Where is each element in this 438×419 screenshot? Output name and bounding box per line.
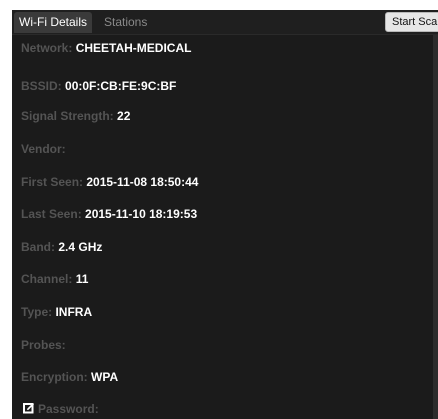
type-label: Type: bbox=[21, 305, 53, 319]
band-row: Band: 2.4 GHz bbox=[21, 240, 102, 254]
probes-row: Probes: bbox=[21, 338, 66, 352]
last-seen-label: Last Seen: bbox=[21, 207, 82, 221]
bssid-row: BSSID: 00:0F:CB:FE:9C:BF bbox=[21, 79, 176, 93]
encryption-row: Encryption: WPA bbox=[21, 370, 118, 384]
edit-icon[interactable] bbox=[23, 402, 35, 414]
bssid-label: BSSID: bbox=[21, 79, 62, 93]
signal-strength-label: Signal Strength: bbox=[21, 109, 114, 123]
type-row: Type: INFRA bbox=[21, 305, 92, 319]
network-label: Network: bbox=[21, 41, 73, 55]
type-value: INFRA bbox=[55, 305, 93, 319]
password-label: Password: bbox=[38, 402, 99, 416]
first-seen-label: First Seen: bbox=[21, 175, 84, 189]
password-row: Password: bbox=[38, 402, 99, 416]
network-row: Network: CHEETAH-MEDICAL bbox=[21, 41, 191, 55]
first-seen-row: First Seen: 2015-11-08 18:50:44 bbox=[21, 175, 198, 189]
band-value: 2.4 GHz bbox=[58, 240, 103, 254]
channel-value: 11 bbox=[75, 272, 89, 286]
signal-strength-row: Signal Strength: 22 bbox=[21, 109, 130, 123]
probes-label: Probes: bbox=[21, 338, 66, 352]
tab-wifi-details[interactable]: Wi-Fi Details bbox=[14, 12, 92, 33]
bssid-value: 00:0F:CB:FE:9C:BF bbox=[65, 79, 177, 93]
scrollbar[interactable] bbox=[433, 35, 438, 419]
last-seen-value: 2015-11-10 18:19:53 bbox=[85, 207, 198, 221]
channel-label: Channel: bbox=[21, 272, 73, 286]
vendor-label: Vendor: bbox=[21, 142, 66, 156]
start-scan-button[interactable]: Start Scan bbox=[385, 12, 438, 32]
encryption-label: Encryption: bbox=[21, 370, 88, 384]
network-value: CHEETAH-MEDICAL bbox=[75, 41, 192, 55]
last-seen-row: Last Seen: 2015-11-10 18:19:53 bbox=[21, 207, 197, 221]
band-label: Band: bbox=[21, 240, 55, 254]
first-seen-value: 2015-11-08 18:50:44 bbox=[86, 175, 199, 189]
signal-strength-value: 22 bbox=[117, 109, 131, 123]
tab-stations[interactable]: Stations bbox=[99, 12, 152, 33]
vendor-row: Vendor: bbox=[21, 142, 66, 156]
encryption-value: WPA bbox=[91, 370, 119, 384]
channel-row: Channel: 11 bbox=[21, 272, 88, 286]
tab-bar: Wi-Fi Details Stations Start Scan bbox=[12, 10, 438, 35]
